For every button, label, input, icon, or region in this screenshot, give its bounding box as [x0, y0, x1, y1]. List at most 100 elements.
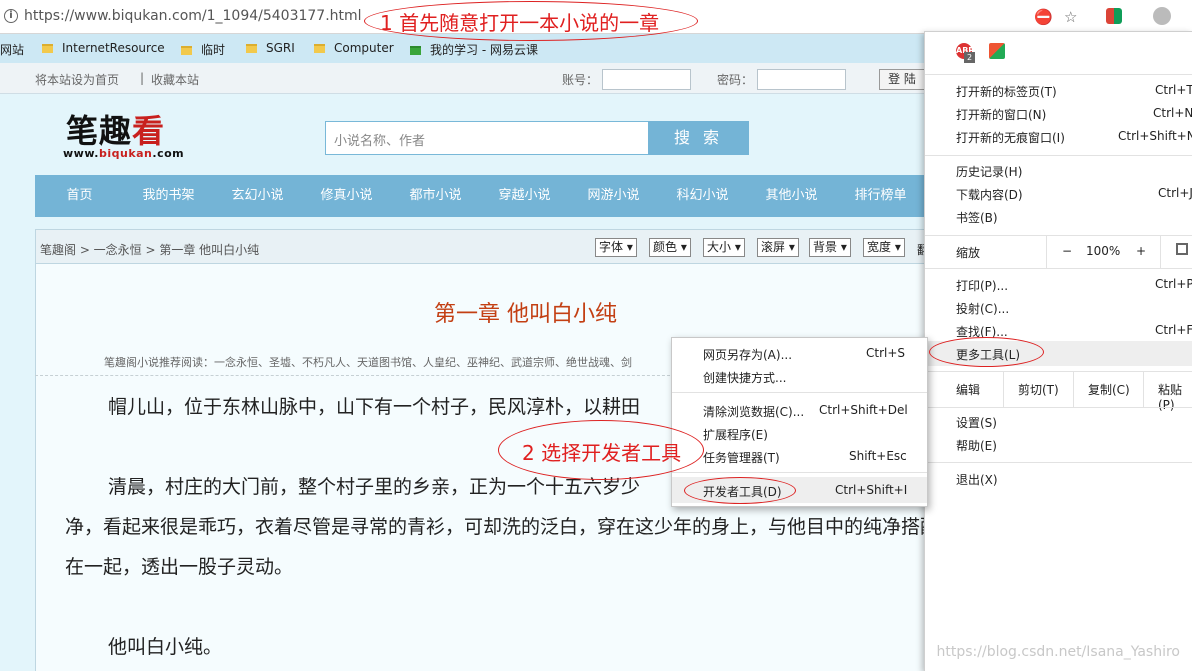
nav-scifi[interactable]: 科幻小说: [658, 175, 747, 217]
shortcut: Ctrl+N: [1153, 106, 1192, 120]
size-select[interactable]: 大小 ▾: [703, 238, 745, 257]
color-select[interactable]: 颜色 ▾: [649, 238, 691, 257]
zoom-out-button[interactable]: −: [1062, 244, 1072, 258]
menu-exit[interactable]: 退出(X): [956, 471, 998, 488]
menu-new-tab[interactable]: 打开新的标签页(T): [956, 83, 1057, 100]
divider: [925, 371, 1192, 372]
divider: [1160, 235, 1161, 268]
menu-help[interactable]: 帮助(E): [956, 437, 997, 454]
bookmark-item[interactable]: 网站: [0, 41, 24, 58]
nav-xianxia[interactable]: 修真小说: [302, 175, 391, 217]
bookmark-label: SGRI: [266, 41, 295, 55]
recommend-line: 笔趣阁小说推荐阅读：一念永恒、圣墟、不朽凡人、天道图书馆、人皇纪、巫神纪、武道宗…: [104, 356, 632, 369]
site-logo[interactable]: 笔趣看: [66, 106, 165, 152]
url-field[interactable]: https://www.biqukan.com/1_1094/5403177.h…: [24, 8, 362, 24]
fullscreen-icon[interactable]: [1176, 243, 1188, 255]
menu-bookmarks[interactable]: 书签(B): [956, 209, 998, 226]
bookmark-label: InternetResource: [62, 41, 165, 55]
menu-clear-data[interactable]: 清除浏览数据(C)...: [703, 403, 804, 420]
logo-url-part: www.: [63, 147, 99, 160]
option-label: 颜色: [653, 240, 678, 254]
divider: [672, 472, 927, 473]
shortcut: Ctrl+P: [1155, 277, 1192, 291]
divider: [925, 235, 1192, 236]
divider: |: [140, 71, 145, 85]
folder-icon: [246, 44, 257, 53]
extension-icon[interactable]: [989, 43, 1005, 59]
blocked-icon[interactable]: ⛔: [1034, 8, 1053, 26]
folder-icon: [314, 44, 325, 53]
extension-icon[interactable]: [1106, 8, 1122, 24]
nav-bookshelf[interactable]: 我的书架: [124, 175, 213, 217]
breadcrumb[interactable]: 笔趣阁 > 一念永恒 > 第一章 他叫白小纯: [40, 241, 259, 258]
site-info-icon[interactable]: i: [4, 9, 18, 23]
folder-icon: [42, 44, 53, 53]
menu-cast[interactable]: 投射(C)...: [956, 300, 1009, 317]
zoom-level: 100%: [1086, 244, 1121, 258]
course-icon: [410, 46, 421, 55]
menu-extensions[interactable]: 扩展程序(E): [703, 426, 768, 443]
nav-time-travel[interactable]: 穿越小说: [480, 175, 569, 217]
nav-online-game[interactable]: 网游小说: [569, 175, 658, 217]
chapter-paragraph: 在一起，透出一股子灵动。: [65, 556, 294, 578]
account-input[interactable]: [602, 69, 691, 90]
option-label: 背景: [813, 240, 838, 254]
bookmark-folder[interactable]: InternetResource: [42, 41, 165, 55]
profile-avatar[interactable]: [1153, 7, 1171, 25]
font-select[interactable]: 字体 ▾: [595, 238, 637, 257]
annotation-step2: 2 选择开发者工具: [522, 441, 682, 465]
password-input[interactable]: [757, 69, 846, 90]
bookmark-folder[interactable]: Computer: [314, 41, 394, 55]
menu-new-window[interactable]: 打开新的窗口(N): [956, 106, 1046, 123]
nav-other[interactable]: 其他小说: [747, 175, 836, 217]
menu-save-page[interactable]: 网页另存为(A)...: [703, 346, 792, 363]
edit-label: 编辑: [956, 383, 981, 397]
main-nav: 首页 我的书架 玄幻小说 修真小说 都市小说 穿越小说 网游小说 科幻小说 其他…: [35, 175, 925, 217]
search-button[interactable]: 搜 索: [648, 121, 749, 155]
folder-icon: [181, 46, 192, 55]
cut-button[interactable]: 剪切(T): [1018, 381, 1059, 398]
scroll-select[interactable]: 滚屏 ▾: [757, 238, 799, 257]
width-select[interactable]: 宽度 ▾: [863, 238, 905, 257]
nav-ranking[interactable]: 排行榜单: [836, 175, 925, 217]
shortcut: Ctrl+Shift+N: [1118, 129, 1192, 143]
menu-new-incognito[interactable]: 打开新的无痕窗口(I): [956, 129, 1065, 146]
menu-create-shortcut[interactable]: 创建快捷方式...: [703, 369, 786, 386]
menu-task-manager[interactable]: 任务管理器(T): [703, 449, 780, 466]
menu-history[interactable]: 历史记录(H): [956, 163, 1022, 180]
bookmark-star-icon[interactable]: ☆: [1064, 8, 1077, 26]
background-select[interactable]: 背景 ▾: [809, 238, 851, 257]
favorite-link[interactable]: 收藏本站: [151, 71, 199, 88]
password-label: 密码：: [717, 73, 754, 87]
bookmark-folder[interactable]: 临时: [181, 41, 225, 58]
bookmark-item[interactable]: 我的学习 - 网易云课: [410, 41, 538, 58]
divider: [672, 392, 927, 393]
shortcut: Ctrl+J: [1158, 186, 1192, 200]
menu-settings[interactable]: 设置(S): [956, 414, 997, 431]
divider: [925, 155, 1192, 156]
divider: [925, 462, 1192, 463]
zoom-in-button[interactable]: +: [1136, 244, 1146, 258]
login-button[interactable]: 登 陆: [879, 69, 925, 90]
menu-downloads[interactable]: 下载内容(D): [956, 186, 1023, 203]
option-label: 大小: [707, 240, 732, 254]
badge-count: 2: [964, 52, 975, 63]
copy-button[interactable]: 复制(C): [1088, 381, 1130, 398]
zoom-label: 缩放: [956, 246, 981, 260]
account-label: 账号：: [562, 73, 599, 87]
menu-print[interactable]: 打印(P)...: [956, 277, 1008, 294]
nav-fantasy[interactable]: 玄幻小说: [213, 175, 302, 217]
set-home-link[interactable]: 将本站设为首页: [35, 71, 119, 88]
divider: [1003, 371, 1004, 407]
bookmark-label: 我的学习 - 网易云课: [430, 43, 538, 57]
chapter-paragraph: 他叫白小纯。: [108, 636, 223, 658]
bookmark-label: 网站: [0, 43, 25, 57]
logo-url-part: biqukan: [98, 147, 153, 160]
divider: [1143, 371, 1144, 407]
logo-char: 看: [132, 112, 166, 150]
nav-urban[interactable]: 都市小说: [391, 175, 480, 217]
nav-home[interactable]: 首页: [35, 175, 124, 217]
bookmark-folder[interactable]: SGRI: [246, 41, 295, 55]
divider: [1046, 235, 1047, 268]
search-input[interactable]: 小说名称、作者: [325, 121, 649, 155]
